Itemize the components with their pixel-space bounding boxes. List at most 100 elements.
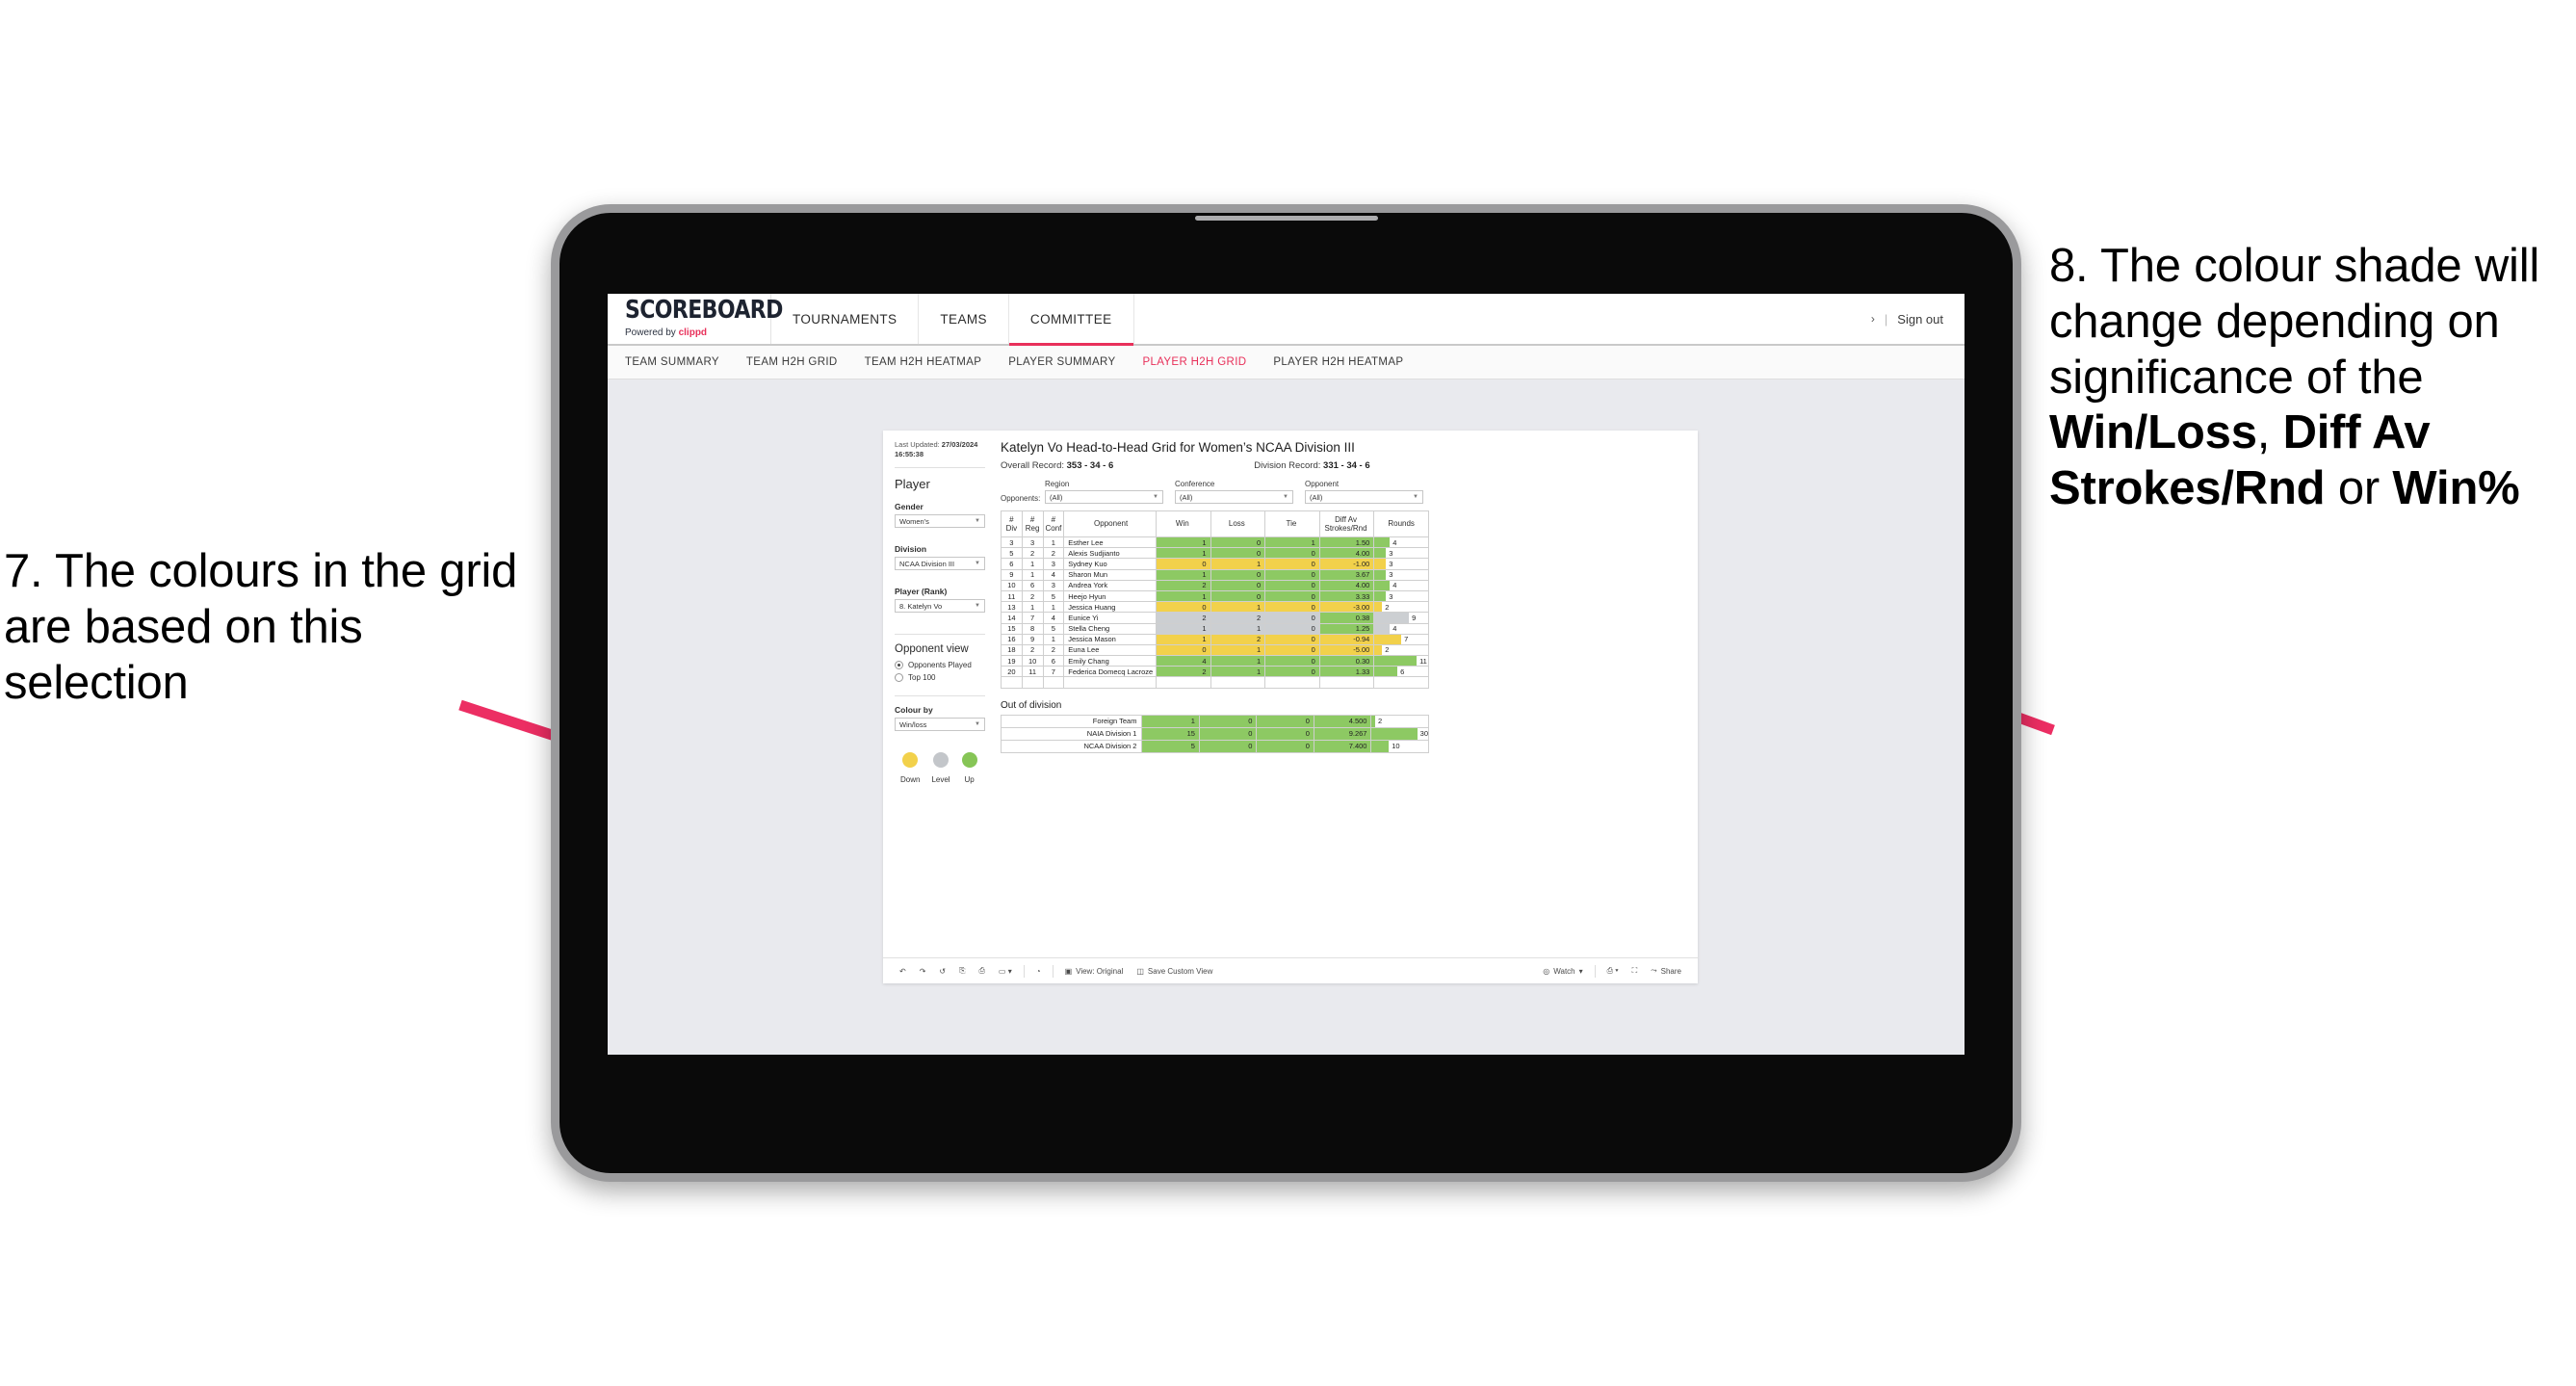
- cell-tie[interactable]: 0: [1264, 633, 1320, 645]
- subnav-player-summary[interactable]: PLAYER SUMMARY: [1008, 356, 1115, 368]
- cell-reg[interactable]: 2: [1021, 589, 1044, 603]
- cell-opponent[interactable]: Emily Chang: [1063, 655, 1157, 667]
- cell-diff[interactable]: -1.00: [1318, 558, 1375, 570]
- cell-rounds-bar[interactable]: 4: [1373, 579, 1429, 591]
- cell-win[interactable]: 1: [1156, 589, 1211, 603]
- scoreboard-logo[interactable]: SCOREBOARD Powered by clippd: [608, 294, 783, 344]
- cell-loss[interactable]: 1: [1210, 655, 1266, 667]
- cell-tie[interactable]: 0: [1264, 547, 1320, 560]
- cell-reg[interactable]: 8: [1021, 622, 1044, 635]
- ood-cell-loss[interactable]: 0: [1198, 739, 1258, 753]
- nav-teams[interactable]: TEAMS: [919, 294, 1009, 344]
- cell-conf[interactable]: 1: [1042, 633, 1065, 645]
- cell-opponent[interactable]: Federica Domecq Lacroze: [1063, 666, 1157, 678]
- cell-div[interactable]: 20: [1001, 666, 1023, 678]
- col-header--[interactable]: # Div: [1001, 510, 1023, 537]
- cell-opponent[interactable]: Esther Lee: [1063, 536, 1157, 549]
- cell-conf[interactable]: 5: [1042, 622, 1065, 635]
- cell-reg[interactable]: 3: [1021, 536, 1044, 549]
- signout-button[interactable]: Sign out: [1897, 312, 1943, 327]
- cell-win[interactable]: 1: [1156, 568, 1211, 581]
- cell-loss[interactable]: 0: [1210, 579, 1266, 591]
- cell-diff[interactable]: 1.33: [1318, 666, 1375, 678]
- subnav-team-summary[interactable]: TEAM SUMMARY: [625, 356, 719, 368]
- col-header-tie[interactable]: Tie: [1264, 510, 1320, 537]
- cell-rounds-bar[interactable]: 2: [1373, 643, 1429, 657]
- cell-tie[interactable]: 0: [1264, 601, 1320, 614]
- ood-cell-win[interactable]: 5: [1141, 739, 1200, 753]
- cell-opponent[interactable]: Eunice Yi: [1063, 612, 1157, 624]
- cell-win[interactable]: 1: [1156, 547, 1211, 560]
- ood-cell-tie[interactable]: 0: [1256, 739, 1314, 753]
- cell-div[interactable]: 10: [1001, 579, 1023, 591]
- cell-opponent[interactable]: Stella Cheng: [1063, 622, 1157, 635]
- cell-conf[interactable]: 3: [1042, 558, 1065, 570]
- table-row[interactable]: 3 3 1 Esther Lee 1 0 1 1.50 4: [1001, 536, 1429, 549]
- ood-cell-win[interactable]: 15: [1141, 726, 1200, 741]
- subnav-player-h2h-heatmap[interactable]: PLAYER H2H HEATMAP: [1273, 356, 1403, 368]
- table-row[interactable]: 13 1 1 Jessica Huang 0 1 0 -3.00 2: [1001, 601, 1429, 614]
- cell-win[interactable]: 2: [1156, 612, 1211, 624]
- cell-opponent[interactable]: Heejo Hyun: [1063, 589, 1157, 603]
- cell-loss[interactable]: 1: [1210, 666, 1266, 678]
- cell-tie[interactable]: 0: [1264, 612, 1320, 624]
- cell-win[interactable]: 0: [1156, 601, 1211, 614]
- cell-loss[interactable]: 1: [1210, 558, 1266, 570]
- out-of-division-row[interactable]: Foreign Team 1 0 0 4.500 2: [1000, 714, 1429, 728]
- ood-cell-loss[interactable]: 0: [1198, 726, 1258, 741]
- cell-conf[interactable]: 4: [1042, 568, 1065, 581]
- cell-tie[interactable]: 0: [1264, 579, 1320, 591]
- radio-opponents-played[interactable]: Opponents Played: [895, 661, 985, 670]
- cell-rounds-bar[interactable]: 2: [1373, 601, 1429, 614]
- watch-button[interactable]: ◎ Watch ▾: [1536, 967, 1589, 976]
- cell-div[interactable]: 6: [1001, 558, 1023, 570]
- cell-rounds-bar[interactable]: 9: [1373, 612, 1429, 624]
- table-row[interactable]: 15 8 5 Stella Cheng 1 1 0 1.25 4: [1001, 622, 1429, 635]
- cell-loss[interactable]: 1: [1210, 601, 1266, 614]
- cell-loss[interactable]: 1: [1210, 643, 1266, 657]
- cell-reg[interactable]: 2: [1021, 643, 1044, 657]
- highlight-icon[interactable]: ◔: [1029, 967, 1048, 976]
- table-row[interactable]: 11 2 5 Heejo Hyun 1 0 0 3.33 3: [1001, 589, 1429, 603]
- table-row[interactable]: 6 1 3 Sydney Kuo 0 1 0 -1.00 3: [1001, 558, 1429, 570]
- cell-diff[interactable]: 3.67: [1318, 568, 1375, 581]
- cell-loss[interactable]: 0: [1210, 568, 1266, 581]
- zoom-dropdown-icon[interactable]: ▭ ▾: [992, 967, 1019, 976]
- cell-reg[interactable]: 10: [1021, 655, 1044, 667]
- cell-div[interactable]: 5: [1001, 547, 1023, 560]
- cell-rounds-bar[interactable]: 11: [1373, 655, 1429, 667]
- cell-div[interactable]: 3: [1001, 536, 1023, 549]
- cell-rounds-bar[interactable]: 4: [1373, 536, 1429, 549]
- cell-conf[interactable]: 2: [1042, 547, 1065, 560]
- refresh-icon[interactable]: ⎘: [952, 966, 972, 976]
- cell-rounds-bar[interactable]: 3: [1373, 558, 1429, 570]
- cell-div[interactable]: 13: [1001, 601, 1023, 614]
- cell-tie[interactable]: 0: [1264, 622, 1320, 635]
- cell-loss[interactable]: 0: [1210, 547, 1266, 560]
- radio-top-100[interactable]: Top 100: [895, 673, 985, 683]
- cell-reg[interactable]: 1: [1021, 558, 1044, 570]
- ood-cell-tie[interactable]: 0: [1256, 714, 1314, 728]
- cell-rounds-bar[interactable]: 3: [1373, 547, 1429, 560]
- cell-diff[interactable]: -0.94: [1318, 633, 1375, 645]
- ood-cell-rounds-bar[interactable]: 30: [1370, 726, 1429, 741]
- out-of-division-row[interactable]: NCAA Division 2 5 0 0 7.400 10: [1000, 739, 1429, 753]
- fullscreen-button[interactable]: ⛶: [1626, 966, 1645, 976]
- cell-conf[interactable]: 6: [1042, 655, 1065, 667]
- col-header-loss[interactable]: Loss: [1210, 510, 1266, 537]
- cell-win[interactable]: 4: [1156, 655, 1211, 667]
- col-header-rounds[interactable]: Rounds: [1373, 510, 1429, 537]
- gender-select[interactable]: Women's ▼: [895, 514, 985, 529]
- cell-diff[interactable]: 3.33: [1318, 589, 1375, 603]
- region-filter-select[interactable]: (All) ▼: [1045, 490, 1163, 504]
- colour-by-select[interactable]: Win/loss ▼: [895, 718, 985, 732]
- nav-tournaments[interactable]: TOURNAMENTS: [771, 294, 920, 344]
- cell-diff[interactable]: 4.00: [1318, 579, 1375, 591]
- ood-cell-diff[interactable]: 7.400: [1313, 739, 1372, 753]
- ood-cell-rounds-bar[interactable]: 2: [1370, 714, 1429, 728]
- table-row[interactable]: 20 11 7 Federica Domecq Lacroze 2 1 0 1.33 6: [1001, 666, 1429, 678]
- pause-icon[interactable]: ⎙: [973, 966, 992, 976]
- cell-conf[interactable]: 5: [1042, 589, 1065, 603]
- cell-opponent[interactable]: Alexis Sudjianto: [1063, 547, 1157, 560]
- ood-cell-tie[interactable]: 0: [1256, 726, 1314, 741]
